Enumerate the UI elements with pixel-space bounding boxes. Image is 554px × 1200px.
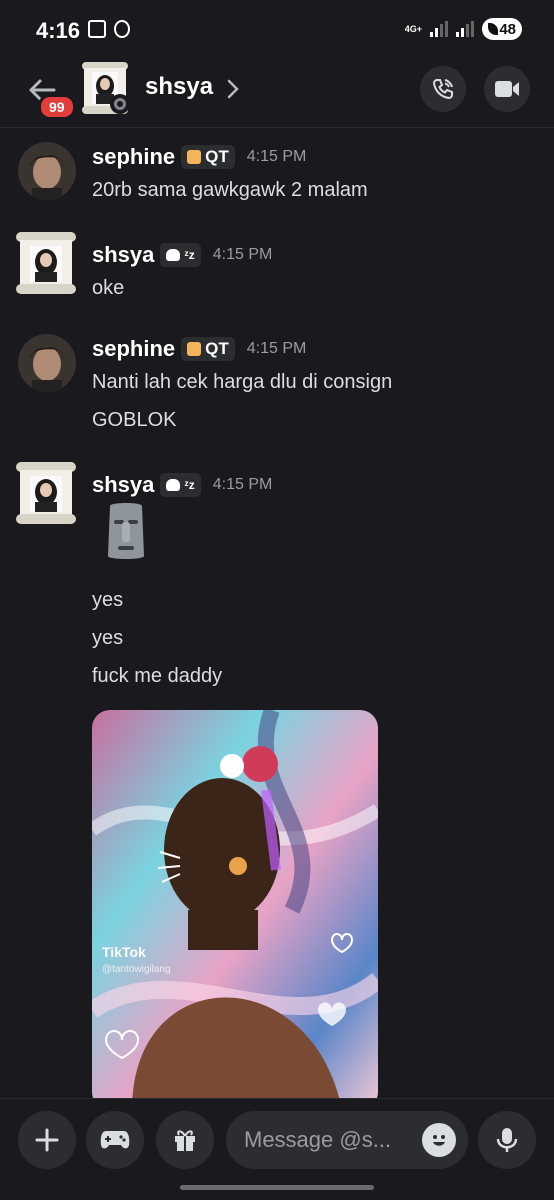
- message-text: yes: [92, 589, 124, 611]
- notification-icons: [88, 20, 130, 38]
- avatar[interactable]: [18, 334, 76, 392]
- smiley-icon: [433, 1135, 445, 1146]
- screenshot-icon: [88, 20, 106, 38]
- message-input[interactable]: [244, 1127, 414, 1153]
- username[interactable]: shsya: [92, 472, 154, 498]
- signal-icon-2: [456, 21, 474, 37]
- message-input-wrapper[interactable]: [226, 1111, 468, 1169]
- video-call-button[interactable]: [484, 66, 530, 112]
- server-tag[interactable]: QT: [181, 145, 235, 169]
- message-composer: [0, 1098, 554, 1200]
- home-indicator[interactable]: [180, 1185, 374, 1190]
- status-time: 4:16: [36, 18, 81, 43]
- gift-icon: [175, 1130, 195, 1151]
- message-text: yes: [92, 627, 124, 649]
- hand-emoji-icon: [187, 150, 202, 164]
- username[interactable]: sephine: [92, 336, 175, 362]
- message-text: 20rb sama gawkgawk 2 malam: [92, 179, 368, 201]
- signal-icon: [430, 21, 448, 37]
- status-bar: 4:16 4G+ 48: [0, 0, 554, 58]
- system-status: 4G+ 48: [405, 18, 522, 40]
- battery-icon: 48: [482, 18, 522, 40]
- timestamp: 4:15 PM: [246, 148, 307, 165]
- server-tag[interactable]: ᶻz: [160, 243, 201, 267]
- timestamp: 4:15 PM: [212, 246, 273, 263]
- server-tag[interactable]: QT: [181, 337, 235, 361]
- gamepad-icon: [100, 1131, 130, 1149]
- avatar[interactable]: [12, 230, 80, 298]
- username[interactable]: sephine: [92, 144, 175, 170]
- heart-icon: [166, 249, 181, 261]
- message-text: Nanti lah cek harga dlu di consign: [92, 371, 393, 393]
- chevron-right-icon[interactable]: [226, 78, 240, 100]
- emoji-button[interactable]: [422, 1123, 456, 1157]
- video-thumbnail: [92, 710, 378, 1098]
- avatar[interactable]: [18, 142, 76, 200]
- tiktok-username: @tantowigilang: [102, 964, 171, 975]
- hand-emoji-icon: [187, 342, 202, 356]
- battery-level: 48: [499, 20, 516, 38]
- chat-header: 99 shsya: [0, 58, 554, 128]
- plus-icon: [35, 1128, 59, 1152]
- voice-call-button[interactable]: [420, 66, 466, 112]
- microphone-icon: [496, 1128, 518, 1152]
- app-notification-icon: [114, 20, 130, 38]
- message-text: GOBLOK: [92, 409, 177, 431]
- message-text: oke: [92, 277, 125, 299]
- gift-button[interactable]: [156, 1111, 214, 1169]
- voice-message-button[interactable]: [478, 1111, 536, 1169]
- activities-button[interactable]: [86, 1111, 144, 1169]
- heart-icon: [166, 479, 181, 491]
- channel-title[interactable]: shsya: [145, 73, 213, 101]
- network-type: 4G+: [404, 23, 422, 34]
- avatar[interactable]: [12, 460, 80, 528]
- timestamp: 4:15 PM: [246, 340, 307, 357]
- phone-icon: [432, 79, 453, 100]
- status-indicator: [110, 94, 130, 114]
- server-tag[interactable]: ᶻz: [160, 473, 201, 497]
- video-camera-icon: [495, 81, 519, 97]
- add-attachment-button[interactable]: [18, 1111, 76, 1169]
- video-attachment[interactable]: TikTok @tantowigilang: [92, 710, 378, 1098]
- tiktok-watermark: TikTok: [102, 944, 146, 960]
- message-list[interactable]: sephine QT 4:15 PM 20rb sama gawkgawk 2 …: [0, 128, 554, 1098]
- timestamp: 4:15 PM: [212, 476, 273, 493]
- moai-emoji-icon: [108, 503, 144, 559]
- message-text: fuck me daddy: [92, 665, 223, 687]
- username[interactable]: shsya: [92, 242, 154, 268]
- unread-badge: 99: [38, 94, 76, 120]
